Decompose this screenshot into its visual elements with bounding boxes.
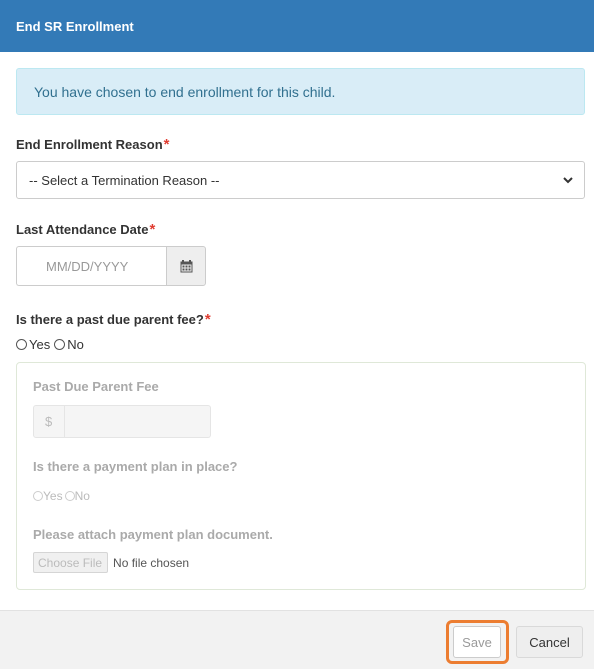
termination-reason-value: -- Select a Termination Reason -- [29, 173, 220, 188]
dialog-title: End SR Enrollment [16, 19, 134, 34]
currency-addon: $ [33, 405, 65, 438]
past-due-yes-label[interactable]: Yes [29, 337, 50, 352]
choose-file-button: Choose File [33, 552, 109, 573]
termination-reason-select[interactable]: -- Select a Termination Reason -- [16, 161, 585, 199]
attach-document-label: Please attach payment plan document. [33, 527, 273, 542]
payment-plan-radio-group: Yes No [33, 489, 90, 503]
required-asterisk: * [204, 311, 211, 328]
payment-plan-yes-radio [33, 491, 43, 501]
file-upload-row: Choose File No file chosen [33, 552, 189, 573]
required-asterisk: * [163, 136, 170, 153]
alert-message: You have chosen to end enrollment for th… [34, 84, 336, 100]
end-reason-label: End Enrollment Reason* [16, 136, 170, 153]
past-due-radio-group: Yes No [16, 337, 84, 352]
past-due-fee-label: Past Due Parent Fee [33, 379, 159, 394]
last-attendance-date-input[interactable]: MM/DD/YYYY [16, 246, 166, 286]
last-attendance-date-group: MM/DD/YYYY [16, 246, 206, 286]
payment-plan-question: Is there a payment plan in place? [33, 459, 238, 474]
file-status-text: No file chosen [113, 555, 190, 570]
past-due-no-radio[interactable] [54, 339, 66, 350]
payment-plan-yes-label: Yes [43, 489, 63, 503]
past-due-fee-question: Is there a past due parent fee?* [16, 311, 211, 328]
save-button[interactable]: Save [453, 626, 501, 658]
past-due-details-panel: Past Due Parent Fee $ Is there a payment… [16, 362, 586, 590]
required-asterisk: * [149, 221, 156, 238]
past-due-no-label[interactable]: No [67, 337, 84, 352]
info-alert: You have chosen to end enrollment for th… [16, 68, 585, 115]
chevron-down-icon [563, 177, 573, 184]
payment-plan-no-label: No [74, 489, 90, 503]
payment-plan-no-radio [64, 491, 75, 501]
past-due-fee-group: $ [33, 405, 211, 438]
last-attendance-label: Last Attendance Date* [16, 221, 156, 238]
calendar-button[interactable] [166, 246, 206, 286]
past-due-yes-radio[interactable] [16, 339, 27, 350]
calendar-icon [180, 260, 193, 273]
past-due-fee-input [65, 405, 211, 438]
dialog-header: End SR Enrollment [0, 0, 594, 52]
cancel-button[interactable]: Cancel [516, 626, 583, 658]
